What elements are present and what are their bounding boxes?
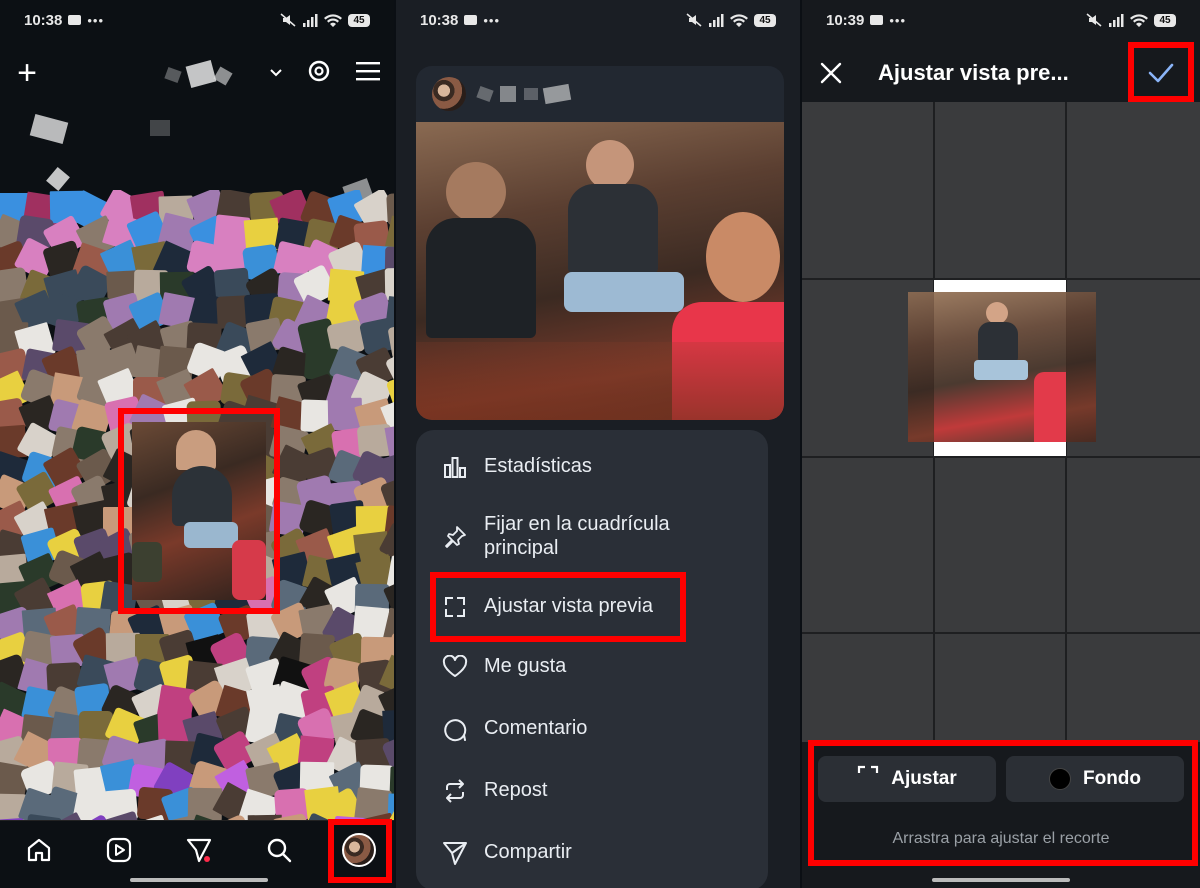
chevron-down-icon[interactable] [270,64,282,82]
status-bar: 10:38 ••• 45 [396,0,800,40]
menu-item-fijar[interactable]: Fijar en la cuadrícula principal [442,512,732,560]
signal-icon [708,13,724,27]
crop-image-inside[interactable] [934,292,1066,442]
menu-item-estadisticas[interactable]: Estadísticas [442,454,592,480]
mute-icon [1086,13,1102,27]
menu-item-repost[interactable]: Repost [442,778,547,804]
post-photo [416,122,784,420]
pin-icon [442,524,468,550]
profile-header: + [0,48,394,98]
more-notifications-icon: ••• [889,12,907,28]
profile-tab-highlight-box [328,819,392,883]
gesture-bar [130,878,268,882]
gesture-bar [932,878,1070,882]
menu-item-comentario[interactable]: Comentario [442,716,587,742]
menu-item-label: Repost [484,779,548,801]
threads-icon[interactable] [306,58,332,89]
bar-chart-icon [442,454,468,480]
menu-item-label: Compartir [484,841,572,863]
battery-icon: 45 [348,13,370,27]
status-time: 10:38 [420,11,459,29]
status-time: 10:38 [24,11,63,29]
wifi-icon [1130,13,1148,27]
menu-icon[interactable] [356,61,380,86]
youtube-notification-icon [68,15,82,25]
menu-item-label: Me gusta [484,655,567,677]
share-icon [442,840,468,866]
ajustar-vista-previa-highlight-box [430,572,686,642]
status-time: 10:39 [826,11,865,29]
menu-item-compartir[interactable]: Compartir [442,840,572,866]
youtube-notification-icon [464,15,478,25]
profile-grid-screen: 10:38 ••• 45 + [0,0,394,888]
controls-highlight-box [808,740,1198,866]
thumbnail-highlight-box [118,408,280,614]
adjust-preview-screen: 10:39 ••• 45 Ajustar vista pre... Ajusta… [802,0,1200,888]
crop-grid-area[interactable] [802,102,1200,742]
battery-icon: 45 [1154,13,1176,27]
page-title: Ajustar vista pre... [878,60,1069,85]
post-author-blurred [476,83,578,105]
status-bar: 10:38 ••• 45 [0,0,394,40]
status-bar: 10:39 ••• 45 [802,0,1200,40]
username-blurred[interactable] [164,60,246,88]
menu-item-label: Estadísticas [484,455,592,477]
close-icon[interactable] [818,60,844,86]
create-plus-icon[interactable]: + [14,56,40,90]
wifi-icon [730,13,748,27]
post-options-menu: Estadísticas Fijar en la cuadrícula prin… [416,430,768,888]
bottom-navigation [0,819,394,888]
signal-icon [1108,13,1124,27]
youtube-notification-icon [870,15,884,25]
more-notifications-icon: ••• [87,12,105,28]
more-notifications-icon: ••• [483,12,501,28]
home-icon[interactable] [22,833,56,867]
post-author-avatar [432,77,466,111]
battery-icon: 45 [754,13,776,27]
comment-icon [442,716,468,742]
search-icon[interactable] [262,833,296,867]
direct-messages-icon[interactable] [182,833,216,867]
mute-icon [280,13,296,27]
post-header [416,66,784,122]
post-options-screen: 10:38 ••• 45 Estadísticas Fijar en la cu… [396,0,800,888]
menu-item-me-gusta[interactable]: Me gusta [442,654,566,680]
heart-icon [442,654,468,680]
menu-item-label: Fijar en la cuadrícula principal [484,513,670,559]
mute-icon [686,13,702,27]
signal-icon [302,13,318,27]
wifi-icon [324,13,342,27]
menu-item-label: Comentario [484,717,588,739]
confirm-highlight-box [1128,42,1194,102]
post-preview-card [416,66,784,420]
repost-icon [442,778,468,804]
reels-icon[interactable] [102,833,136,867]
